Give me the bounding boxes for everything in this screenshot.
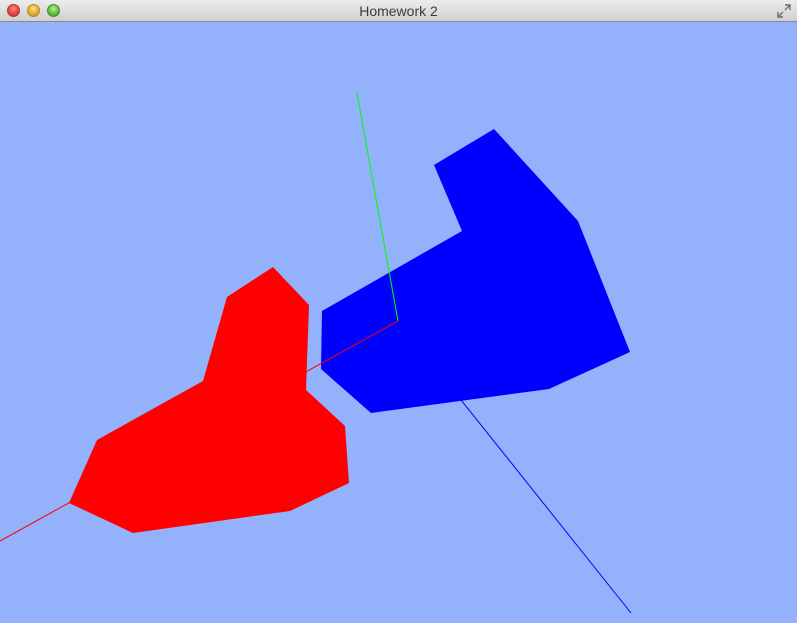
fullscreen-icon[interactable] xyxy=(777,4,791,18)
window-title: Homework 2 xyxy=(359,3,438,19)
red-shape xyxy=(69,267,349,533)
app-window: Homework 2 xyxy=(0,0,797,623)
scene-svg xyxy=(0,92,632,614)
title-bar[interactable]: Homework 2 xyxy=(0,0,797,22)
blue-shape xyxy=(321,129,630,413)
gl-canvas[interactable] xyxy=(0,22,797,623)
